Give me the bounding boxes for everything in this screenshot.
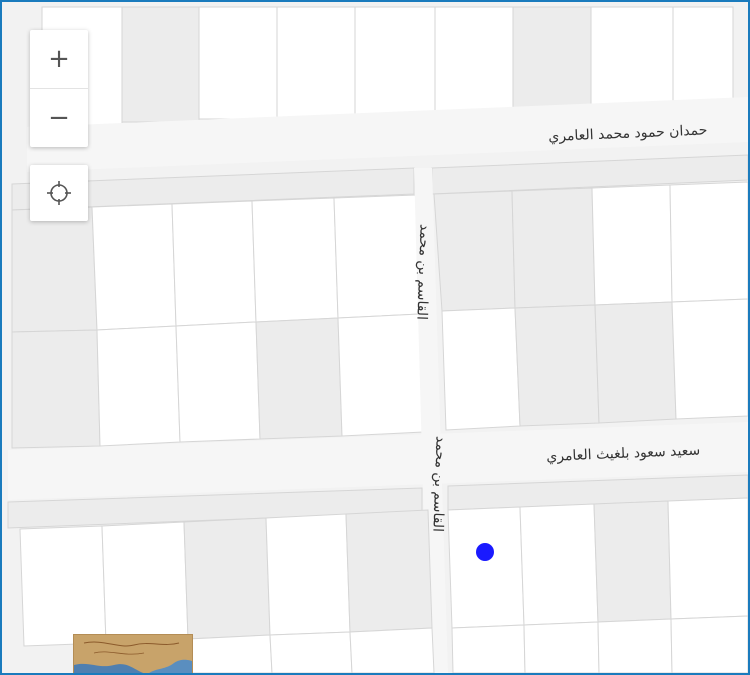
- zoom-out-icon: −: [48, 103, 70, 133]
- zoom-in-button[interactable]: +: [30, 30, 88, 88]
- locate-icon: [47, 181, 71, 205]
- zoom-in-icon: +: [48, 44, 70, 74]
- zoom-out-button[interactable]: −: [30, 88, 88, 147]
- map-frame: حمدان حمود محمد العامري القاسم بن محمد ا…: [0, 0, 750, 675]
- locate-button[interactable]: [30, 165, 88, 221]
- location-marker[interactable]: [476, 543, 494, 561]
- zoom-control: + −: [30, 30, 88, 147]
- overview-minimap[interactable]: [73, 634, 193, 673]
- minimap-terrain: [74, 635, 192, 673]
- map-canvas[interactable]: [2, 2, 748, 673]
